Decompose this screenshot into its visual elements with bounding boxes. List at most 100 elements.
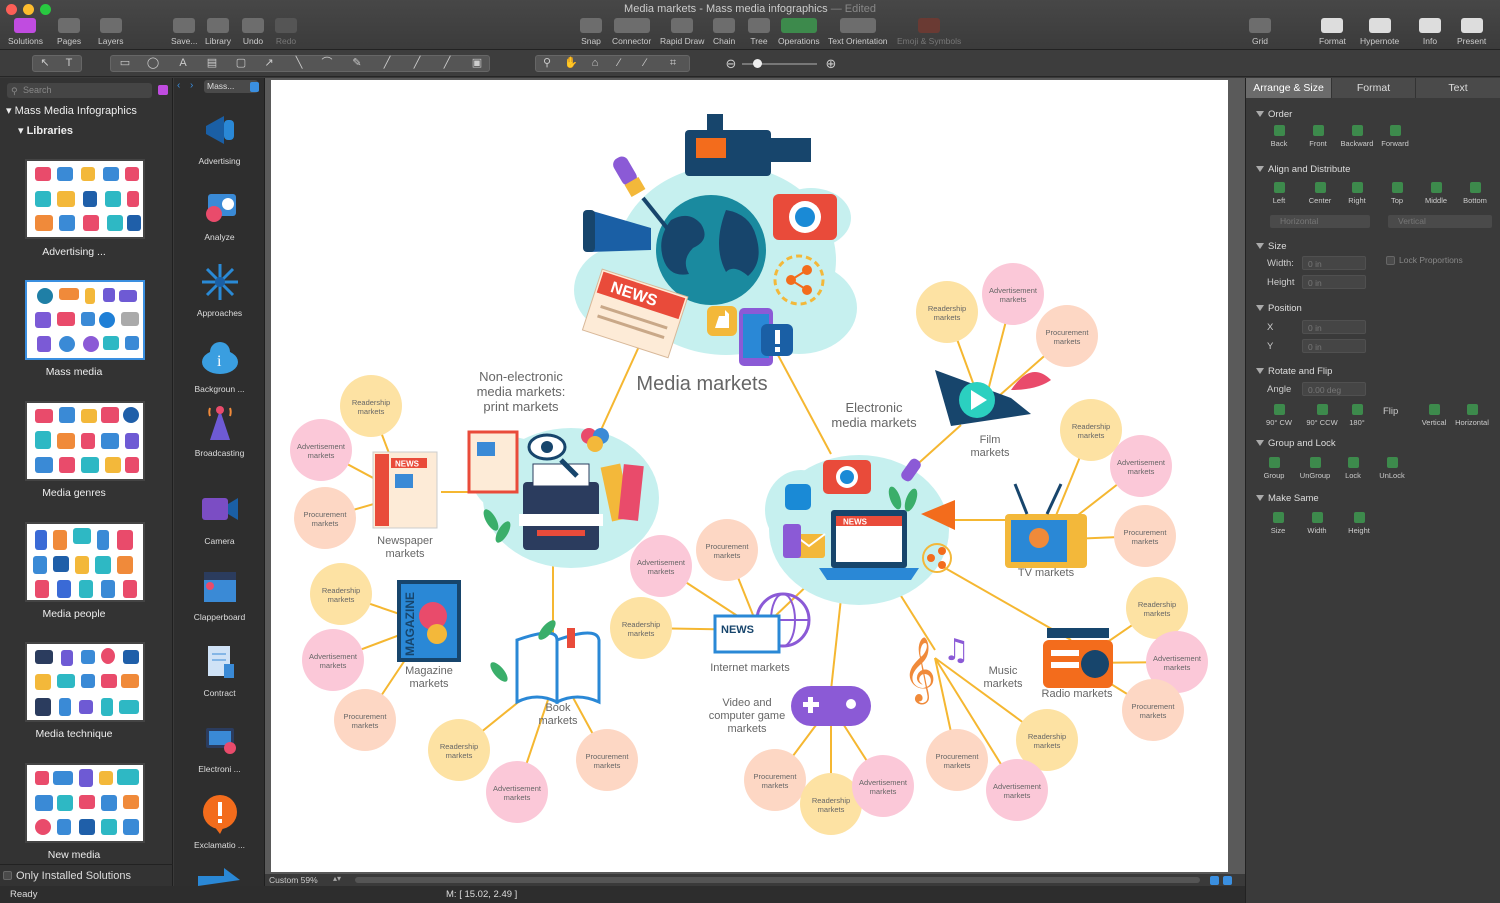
textbox-tool-icon[interactable]: ▤ — [203, 56, 221, 71]
rotate-90-ccw-button[interactable]: 90° CCW — [1302, 404, 1342, 427]
zoom-slider-handle[interactable] — [753, 59, 762, 68]
lib-shape-clapperboard[interactable]: Clapperboard — [174, 566, 264, 622]
horizontal-scrollbar[interactable] — [355, 877, 1200, 883]
order-back-button[interactable]: Back — [1259, 125, 1299, 148]
solution-tree-item[interactable]: ▾ Mass Media Infographics — [6, 104, 137, 117]
readership-bubble[interactable]: Readership markets — [1060, 399, 1122, 461]
rotate-90-cw-button[interactable]: 90° CW — [1259, 404, 1299, 427]
readership-bubble[interactable]: Readership markets — [428, 719, 490, 781]
format-button[interactable]: Format — [1319, 18, 1346, 46]
chain-button[interactable]: Chain — [713, 18, 735, 46]
tab-arrange-size[interactable]: Arrange & Size — [1246, 78, 1332, 98]
pointer-tool-icon[interactable]: ↖ — [36, 56, 54, 71]
position-section[interactable]: Position — [1256, 303, 1302, 314]
procurement-bubble[interactable]: Procurement markets — [1036, 305, 1098, 367]
only-installed-toggle[interactable]: Only Installed Solutions — [0, 864, 173, 886]
advertisement-bubble[interactable]: Advertisement markets — [852, 755, 914, 817]
align-section[interactable]: Align and Distribute — [1256, 164, 1350, 175]
pages-button[interactable]: Pages — [57, 18, 81, 46]
readership-bubble[interactable]: Readership markets — [340, 375, 402, 437]
line-tool-icon[interactable]: ╲ — [290, 56, 308, 71]
angle-field[interactable]: 0.00 deg — [1302, 382, 1366, 396]
procurement-bubble[interactable]: Procurement markets — [576, 729, 638, 791]
hand-tool-icon[interactable]: ✋ — [562, 56, 580, 71]
tree-button[interactable]: Tree — [748, 18, 770, 46]
tab-text[interactable]: Text — [1416, 78, 1500, 98]
arrow-tool-icon[interactable]: ↗ — [260, 56, 278, 71]
format-painter-icon[interactable]: ∕ — [636, 56, 654, 71]
grid-button[interactable]: Grid — [1249, 18, 1271, 46]
size-section[interactable]: Size — [1256, 241, 1286, 252]
solutions-button[interactable]: Solutions — [8, 18, 43, 46]
align-top-button[interactable]: Top — [1377, 182, 1417, 205]
save-button[interactable]: Save... — [171, 18, 197, 46]
crop-tool-icon[interactable]: ⌗ — [664, 56, 682, 71]
undo-button[interactable]: Undo — [242, 18, 264, 46]
layers-button[interactable]: Layers — [98, 18, 124, 46]
zoom-tool-icon[interactable]: ⚲ — [538, 56, 556, 71]
libraries-tree-item[interactable]: ▾ Libraries — [18, 124, 73, 137]
stamp-tool-icon[interactable]: ⌂ — [586, 56, 604, 71]
operations-button[interactable]: Operations — [778, 18, 820, 46]
forward-arrow-icon[interactable]: › — [190, 80, 193, 91]
group-ungroup-button[interactable]: UnGroup — [1295, 457, 1335, 480]
horizontal-distribute-select[interactable]: Horizontal — [1270, 215, 1370, 228]
search-input[interactable]: Search — [7, 83, 152, 98]
info-button[interactable]: Info — [1419, 18, 1441, 46]
lib-shape-camera[interactable]: Camera — [174, 490, 264, 546]
text-tool-icon[interactable]: A — [174, 56, 192, 71]
polyline-tool-icon[interactable]: ╱ — [408, 56, 426, 71]
insert-tool-icon[interactable]: ▣ — [468, 56, 486, 71]
tab-format[interactable]: Format — [1332, 78, 1416, 98]
procurement-bubble[interactable]: Procurement markets — [744, 749, 806, 811]
group-section[interactable]: Group and Lock — [1256, 438, 1336, 449]
redo-button[interactable]: Redo — [275, 18, 297, 46]
readership-bubble[interactable]: Readership markets — [310, 563, 372, 625]
advertisement-bubble[interactable]: Advertisement markets — [486, 761, 548, 823]
library-thumb-advertising[interactable] — [25, 159, 145, 239]
ellipse-tool-icon[interactable]: ◯ — [144, 56, 162, 71]
advertisement-bubble[interactable]: Advertisement markets — [290, 419, 352, 481]
flip-horizontal-button[interactable]: Horizontal — [1452, 404, 1492, 427]
make-same-section[interactable]: Make Same — [1256, 493, 1319, 504]
bezier-tool-icon[interactable]: ╱ — [378, 56, 396, 71]
group-unlock-button[interactable]: UnLock — [1372, 457, 1412, 480]
advertisement-bubble[interactable]: Advertisement markets — [982, 263, 1044, 325]
advertisement-bubble[interactable]: Advertisement markets — [1110, 435, 1172, 497]
pen-tool-icon[interactable]: ✎ — [348, 56, 366, 71]
rotate-section[interactable]: Rotate and Flip — [1256, 366, 1332, 377]
procurement-bubble[interactable]: Procurement markets — [696, 519, 758, 581]
lib-shape-advertising[interactable]: Advertising — [174, 110, 264, 166]
eyedropper-tool-icon[interactable]: ∕ — [610, 56, 628, 71]
lib-shape-analyze[interactable]: Analyze — [174, 186, 264, 242]
text-select-tool-icon[interactable]: T — [60, 56, 78, 71]
library-thumb-new-media[interactable] — [25, 763, 145, 843]
lib-shape-background[interactable]: i Backgroun ... — [174, 338, 264, 394]
readership-bubble[interactable]: Readership markets — [610, 597, 672, 659]
library-button[interactable]: Library — [205, 18, 231, 46]
rotate-180-button[interactable]: 180° — [1337, 404, 1377, 427]
lib-shape-arrow-partial[interactable] — [196, 868, 240, 886]
page-next-icon[interactable] — [1223, 876, 1232, 885]
library-thumb-media-genres[interactable] — [25, 401, 145, 481]
library-thumb-media-people[interactable] — [25, 522, 145, 602]
order-forward-button[interactable]: Forward — [1375, 125, 1415, 148]
library-thumb-mass-media[interactable] — [25, 280, 145, 360]
arc-tool-icon[interactable]: ⌒ — [318, 56, 336, 71]
order-backward-button[interactable]: Backward — [1337, 125, 1377, 148]
align-middle-button[interactable]: Middle — [1416, 182, 1456, 205]
lib-shape-contract[interactable]: Contract — [174, 642, 264, 698]
lock-proportions-checkbox[interactable] — [1386, 256, 1395, 265]
vertical-distribute-select[interactable]: Vertical — [1388, 215, 1492, 228]
emoji-button[interactable]: Emoji & Symbols — [897, 18, 961, 46]
x-field[interactable]: 0 in — [1302, 320, 1366, 334]
advertisement-bubble[interactable]: Advertisement markets — [630, 535, 692, 597]
back-arrow-icon[interactable]: ‹ — [177, 80, 180, 91]
advertisement-bubble[interactable]: Advertisement markets — [986, 759, 1048, 821]
snap-button[interactable]: Snap — [580, 18, 602, 46]
lib-shape-exclamation[interactable]: Exclamatio ... — [174, 794, 264, 850]
callout-tool-icon[interactable]: ▢ — [232, 56, 250, 71]
flip-vertical-button[interactable]: Vertical — [1414, 404, 1454, 427]
lib-shape-broadcasting[interactable]: Broadcasting — [174, 402, 264, 458]
group-group-button[interactable]: Group — [1254, 457, 1294, 480]
